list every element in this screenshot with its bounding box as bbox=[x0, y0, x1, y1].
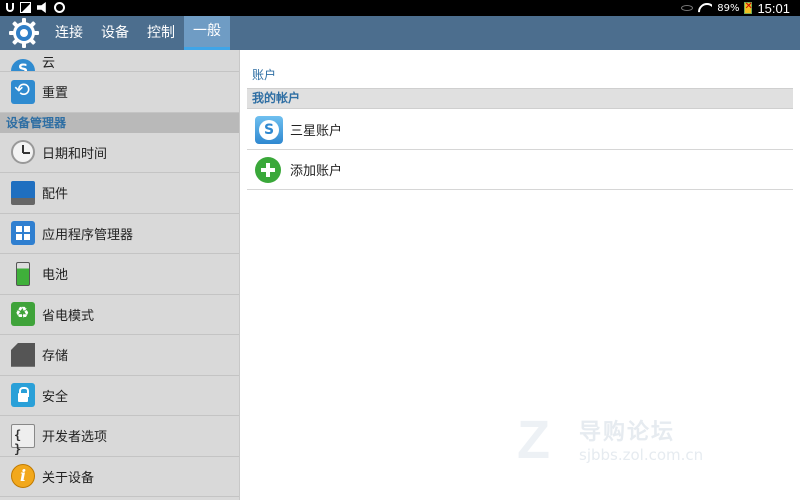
clock-icon bbox=[11, 140, 35, 165]
gear-icon bbox=[9, 18, 39, 48]
sidebar-item-label: 开发者选项 bbox=[42, 430, 108, 446]
sidebar-item-label: 安全 bbox=[42, 389, 69, 405]
cloud-icon bbox=[11, 59, 35, 71]
account-label: 三星账户 bbox=[290, 124, 343, 139]
image-icon bbox=[20, 2, 31, 13]
sidebar-item-label: 配件 bbox=[42, 187, 69, 203]
watermark: Z 导购论坛 sjbbs.zol.com.cn bbox=[517, 412, 787, 472]
sidebar-item-cloud[interactable]: 云 bbox=[0, 50, 239, 72]
add-account-button[interactable]: 添加账户 bbox=[247, 150, 793, 190]
accounts-panel: 账户 我的帐户 三星账户 添加账户 Z 导购论坛 sjbbs.zol.com.c… bbox=[240, 50, 800, 500]
notification-icons bbox=[6, 2, 65, 13]
sidebar-item-about-device[interactable]: 关于设备 bbox=[0, 457, 239, 497]
account-label: 添加账户 bbox=[290, 164, 343, 179]
tab-device[interactable]: 设备 bbox=[92, 16, 138, 50]
sidebar-item-label: 关于设备 bbox=[42, 470, 95, 486]
eye-icon bbox=[681, 5, 694, 11]
wifi-icon bbox=[698, 3, 712, 13]
clock: 15:01 bbox=[757, 0, 790, 16]
sidebar-item-security[interactable]: 安全 bbox=[0, 376, 239, 416]
settings-sidebar: 云 重置 设备管理器 日期和时间 配件 应用程序管理器 电池 省电模式 存储 安… bbox=[0, 50, 240, 500]
sidebar-item-reset[interactable]: 重置 bbox=[0, 72, 239, 113]
mute-icon bbox=[37, 2, 46, 13]
tab-connections[interactable]: 连接 bbox=[46, 16, 92, 50]
sidebar-item-accessory[interactable]: 配件 bbox=[0, 173, 239, 214]
sidebar-item-developer-options[interactable]: 开发者选项 bbox=[0, 416, 239, 457]
sidebar-item-label: 电池 bbox=[42, 268, 69, 284]
sidebar-item-label: 日期和时间 bbox=[42, 146, 108, 162]
section-header-device-manager: 设备管理器 bbox=[0, 112, 239, 133]
status-bar: 89% 15:01 bbox=[0, 0, 800, 16]
braces-icon bbox=[11, 423, 35, 456]
sidebar-item-label: 重置 bbox=[42, 86, 69, 102]
battery-percent: 89% bbox=[717, 2, 740, 14]
sidebar-item-label: 存储 bbox=[42, 349, 69, 365]
sidebar-item-battery[interactable]: 电池 bbox=[0, 254, 239, 295]
sidebar-item-label: 云 bbox=[42, 56, 56, 71]
sd-card-icon bbox=[11, 342, 35, 367]
accessory-icon bbox=[11, 180, 35, 205]
sidebar-item-label: 应用程序管理器 bbox=[42, 227, 134, 243]
sidebar-item-label: 省电模式 bbox=[42, 308, 95, 324]
chat-icon bbox=[54, 2, 65, 13]
samsung-account-row[interactable]: 三星账户 bbox=[247, 110, 793, 150]
tabs: 连接 设备 控制 一般 bbox=[46, 16, 230, 50]
tab-general[interactable]: 一般 bbox=[184, 16, 230, 50]
add-icon bbox=[255, 156, 281, 183]
usb-icon bbox=[6, 3, 14, 12]
battery-icon bbox=[16, 261, 30, 286]
sidebar-item-app-manager[interactable]: 应用程序管理器 bbox=[0, 214, 239, 254]
watermark-logo: Z bbox=[517, 410, 550, 470]
system-icons: 89% 15:01 bbox=[681, 0, 790, 16]
lock-icon bbox=[11, 383, 35, 408]
sidebar-item-power-saving[interactable]: 省电模式 bbox=[0, 295, 239, 335]
tab-bar: 连接 设备 控制 一般 bbox=[0, 16, 800, 50]
watermark-text: 导购论坛 bbox=[579, 420, 676, 445]
info-icon bbox=[11, 464, 35, 489]
tab-controls[interactable]: 控制 bbox=[138, 16, 184, 50]
reset-icon bbox=[11, 79, 35, 104]
sidebar-item-date-time[interactable]: 日期和时间 bbox=[0, 133, 239, 173]
sidebar-item-storage[interactable]: 存储 bbox=[0, 335, 239, 376]
apps-grid-icon bbox=[11, 221, 35, 246]
power-saving-icon bbox=[11, 302, 35, 327]
battery-icon bbox=[744, 1, 753, 14]
page-title: 账户 bbox=[252, 68, 277, 82]
watermark-url: sjbbs.zol.com.cn bbox=[579, 446, 704, 464]
samsung-account-icon bbox=[255, 115, 283, 144]
category-header-my-accounts: 我的帐户 bbox=[247, 88, 793, 109]
